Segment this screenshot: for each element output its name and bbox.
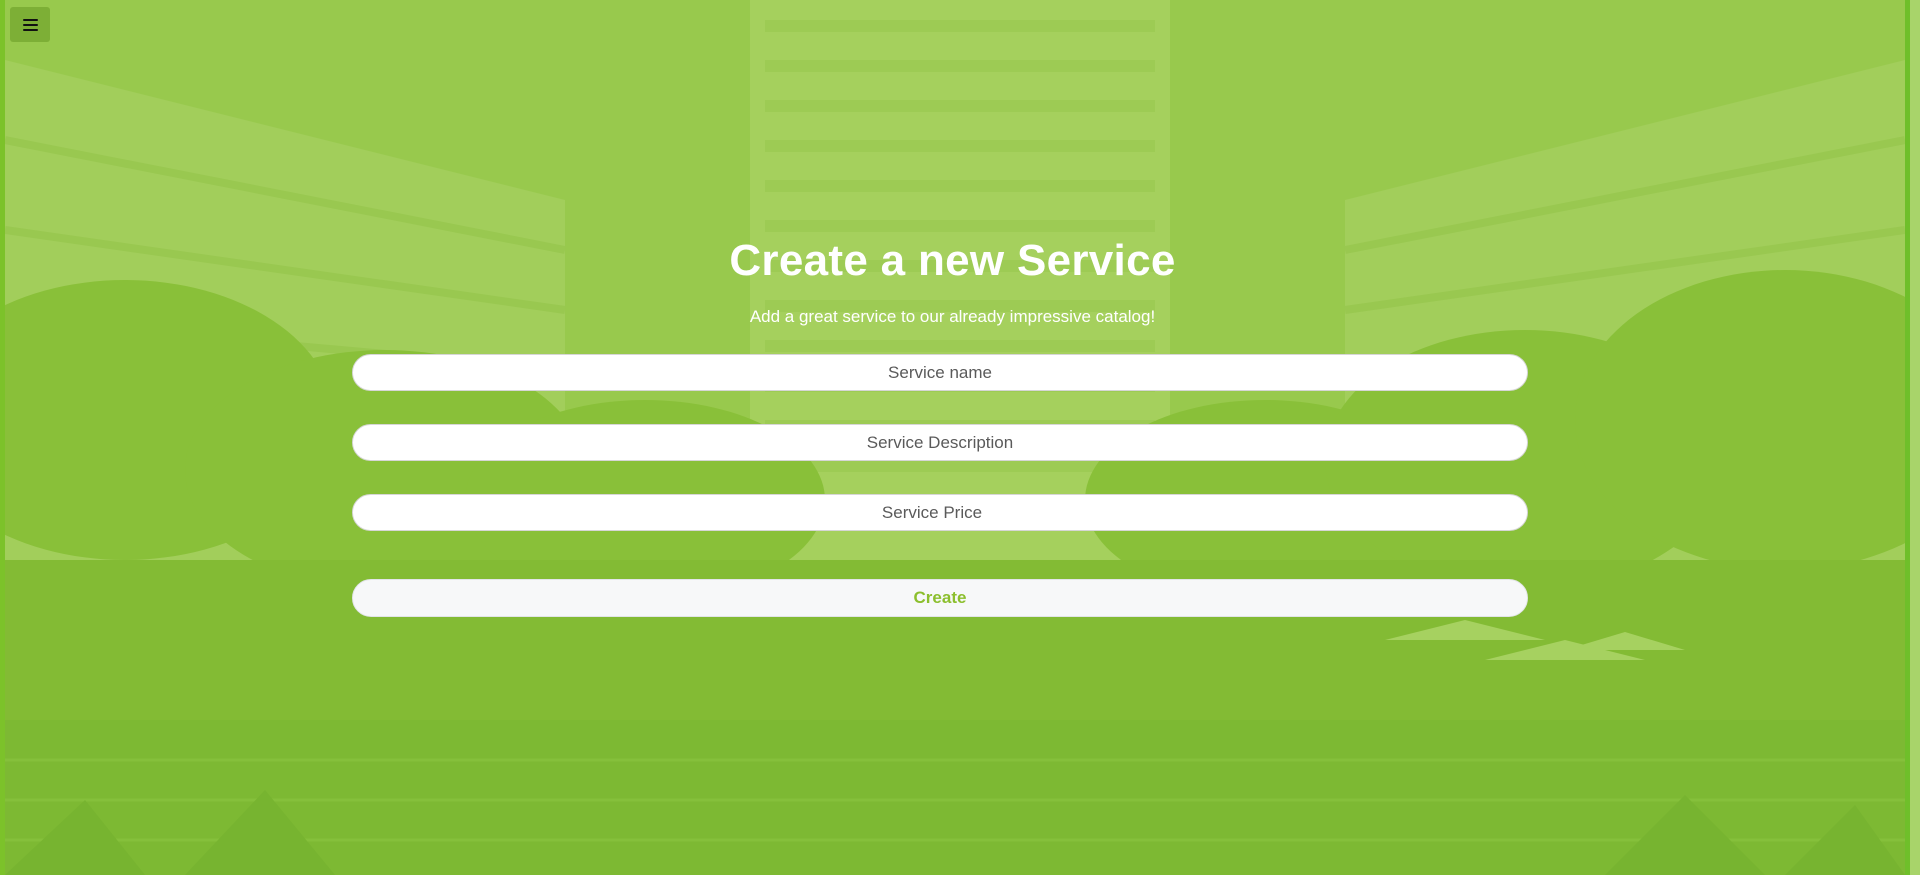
scrollbar-track: [1905, 0, 1910, 875]
service-description-input[interactable]: [352, 424, 1528, 461]
hamburger-menu-icon: [22, 18, 38, 31]
create-button[interactable]: Create: [352, 579, 1528, 617]
menu-toggle-button[interactable]: [10, 7, 50, 42]
page-subtitle: Add a great service to our already impre…: [749, 307, 1156, 326]
page: Create a new Service Add a great service…: [0, 0, 1920, 875]
service-price-input[interactable]: [352, 494, 1528, 531]
service-name-input[interactable]: [352, 354, 1528, 391]
page-title: Create a new Service: [729, 236, 1176, 285]
